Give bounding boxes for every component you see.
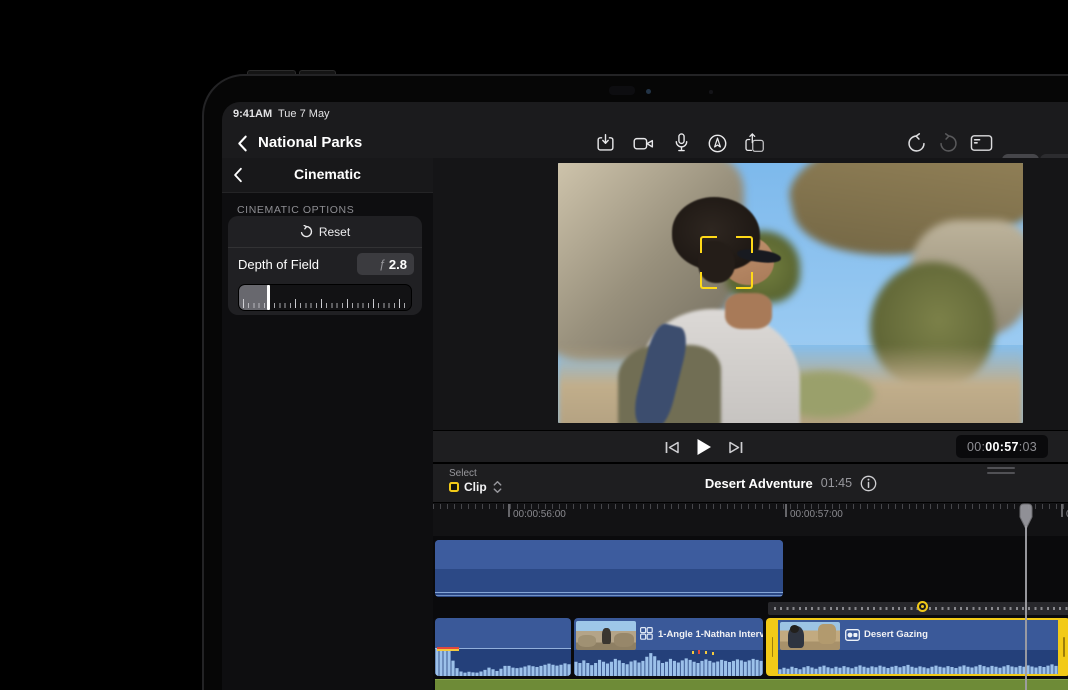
import-button[interactable] — [595, 133, 616, 154]
playhead-line[interactable] — [1025, 526, 1027, 690]
pencil-tool-icon — [707, 133, 728, 154]
previous-frame-button[interactable] — [663, 439, 681, 455]
cinematic-options-card: Reset Depth of Field ƒ 2.8 — [228, 216, 422, 315]
project-info: Desert Adventure 01:45 — [641, 464, 941, 502]
select-label: Select — [449, 468, 477, 479]
chevron-up-down-icon — [492, 480, 503, 494]
back-button[interactable] — [234, 133, 250, 153]
clip-thumbnail — [576, 621, 636, 650]
previous-frame-icon — [665, 441, 679, 454]
info-button[interactable] — [860, 475, 877, 492]
selected-clip[interactable]: Desert Gazing — [766, 618, 1068, 676]
multicam-grid-icon — [640, 627, 653, 640]
chevron-left-icon — [237, 135, 248, 152]
clip-label: Desert Gazing — [864, 629, 928, 640]
reset-button[interactable]: Reset — [228, 216, 422, 248]
timeline-header: Select Clip Desert Adventure 01:45 — [433, 464, 1068, 502]
screenshot-stage: { "status": { "time": "9:41AM", "date": … — [0, 0, 1068, 690]
face-tracking-brackets — [700, 236, 753, 289]
aperture-value-field[interactable]: ƒ 2.8 — [357, 253, 414, 275]
share-icon — [744, 132, 765, 154]
reset-icon — [300, 225, 313, 238]
keyframe-bar[interactable] — [768, 602, 1068, 615]
peak-indicator-yellow — [437, 649, 459, 651]
timecode-hours: 00: — [967, 440, 985, 454]
person-neck — [725, 293, 772, 329]
status-date: Tue 7 May — [278, 108, 330, 120]
ipad-screen: 9:41AM Tue 7 May National Parks — [222, 102, 1068, 690]
undo-icon — [906, 133, 927, 154]
project-title: Desert Adventure — [705, 476, 813, 491]
inspector-title: Cinematic — [222, 166, 433, 182]
secondary-storyline[interactable] — [435, 679, 1068, 690]
play-icon — [696, 438, 712, 456]
microphone-icon — [672, 132, 691, 154]
project-duration: 01:45 — [821, 476, 852, 490]
status-time: 9:41AM — [233, 108, 272, 120]
redo-icon — [938, 133, 959, 154]
aperture-prefix: ƒ — [379, 257, 386, 271]
clip-selector-dropdown[interactable]: Clip — [449, 480, 503, 494]
viewer-area — [433, 158, 1068, 430]
depth-of-field-label: Depth of Field — [238, 257, 319, 272]
voiceover-button[interactable] — [672, 132, 691, 154]
depth-of-field-slider[interactable] — [238, 284, 412, 311]
clip-label: 1-Angle 1-Nathan Interview — [658, 629, 763, 640]
status-bar: 9:41AM Tue 7 May — [222, 102, 1068, 127]
trim-handle-right[interactable] — [1063, 637, 1065, 657]
redo-button[interactable] — [938, 133, 959, 154]
import-icon — [595, 133, 616, 154]
app-toolbar: National Parks — [222, 127, 1068, 158]
project-title-nav: National Parks — [258, 134, 362, 151]
audio-clip[interactable] — [435, 618, 571, 676]
video-preview — [558, 163, 1023, 423]
ruler-label: 00:00:56:00 — [513, 509, 566, 520]
inspector-header: Cinematic — [222, 158, 433, 193]
clip-selector-label: Clip — [464, 480, 487, 494]
record-button[interactable] — [632, 133, 655, 154]
keyframe-marker[interactable] — [917, 601, 928, 612]
next-frame-button[interactable] — [727, 439, 745, 455]
undo-button[interactable] — [906, 133, 927, 154]
clip-thumbnail — [780, 622, 840, 650]
share-button[interactable] — [744, 132, 765, 154]
pencil-tool-button[interactable] — [707, 133, 728, 154]
front-camera-icon — [646, 89, 651, 94]
timecode-frames: :03 — [1019, 440, 1037, 454]
trim-handle-left[interactable] — [772, 637, 774, 657]
timeline-drag-handle[interactable] — [987, 467, 1015, 474]
connected-clip[interactable] — [435, 540, 783, 597]
ruler-label: 00:00:57:00 — [790, 509, 843, 520]
record-icon — [632, 133, 655, 154]
reset-label: Reset — [319, 225, 350, 239]
browser-panel-icon — [970, 133, 993, 153]
timeline-ruler[interactable]: 00:00:56:00 00:00:57:00 0 — [433, 502, 1068, 537]
multicam-clip[interactable]: 1-Angle 1-Nathan Interview — [574, 618, 763, 676]
next-frame-icon — [729, 441, 743, 454]
sensor-dot-icon — [709, 90, 713, 94]
timecode-display[interactable]: 00:00:57:03 — [956, 435, 1048, 458]
aperture-value: 2.8 — [389, 257, 407, 272]
cinematic-mode-icon — [845, 629, 860, 641]
section-label: CINEMATIC OPTIONS — [237, 204, 354, 216]
timecode-main: 00:57 — [985, 440, 1018, 454]
play-button[interactable] — [695, 437, 713, 457]
playback-bar: 00:00:57:03 — [433, 430, 1068, 463]
clip-color-swatch — [449, 482, 459, 492]
front-camera-housing — [609, 86, 635, 95]
browser-panel-button[interactable] — [970, 133, 993, 153]
inspector-panel: Cinematic CINEMATIC OPTIONS Reset Depth … — [222, 158, 434, 690]
timeline-tracks: 1-Angle 1-Nathan Interview Desert Gazing — [433, 536, 1068, 690]
slider-handle[interactable] — [267, 285, 270, 310]
